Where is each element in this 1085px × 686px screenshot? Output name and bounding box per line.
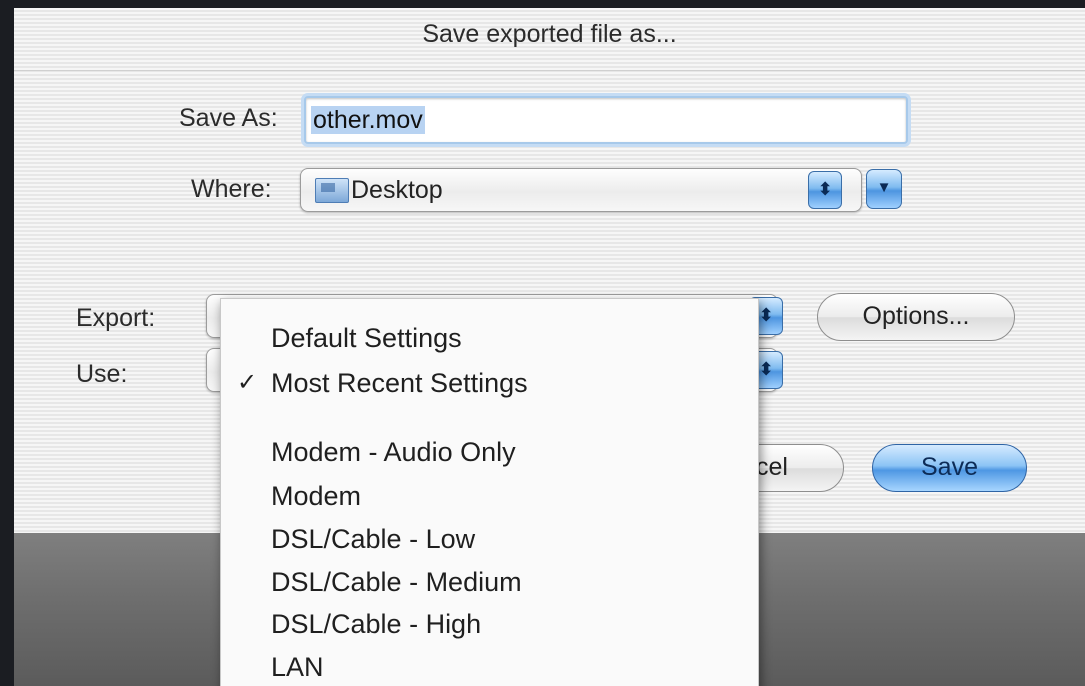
use-settings-menu: Default Settings ✓ Most Recent Settings … — [220, 298, 759, 686]
where-popup-arrows-icon[interactable]: ⬍ — [808, 171, 842, 209]
menu-item-label: Modem - Audio Only — [271, 437, 516, 467]
export-label: Export: — [76, 304, 156, 332]
menu-item-most-recent-settings[interactable]: ✓ Most Recent Settings — [221, 363, 758, 403]
menu-item-modem[interactable]: Modem — [221, 476, 758, 516]
dialog-title: Save exported file as... — [14, 8, 1085, 71]
save-button[interactable]: Save — [872, 444, 1027, 492]
menu-item-dsl-cable-low[interactable]: DSL/Cable - Low — [221, 519, 758, 559]
save-dialog: Save exported file as... Save As: other.… — [14, 8, 1085, 686]
menu-item-label: Default Settings — [271, 323, 462, 353]
filename-text: other.mov — [311, 106, 425, 134]
menu-item-label: DSL/Cable - Low — [271, 524, 476, 554]
menu-item-dsl-cable-medium[interactable]: DSL/Cable - Medium — [221, 562, 758, 602]
menu-item-label: Most Recent Settings — [271, 368, 528, 398]
menu-item-label: DSL/Cable - High — [271, 609, 482, 639]
expand-chevron-down-icon[interactable]: ▼ — [866, 169, 902, 209]
save-as-label: Save As: — [179, 104, 278, 132]
where-popup[interactable]: Desktop — [300, 168, 862, 212]
options-button[interactable]: Options... — [817, 293, 1015, 341]
menu-item-dsl-cable-high[interactable]: DSL/Cable - High — [221, 604, 758, 644]
menu-item-default-settings[interactable]: Default Settings — [221, 318, 758, 358]
menu-item-modem-audio-only[interactable]: Modem - Audio Only — [221, 432, 758, 472]
checkmark-icon: ✓ — [237, 369, 258, 396]
menu-item-lan[interactable]: LAN — [221, 647, 758, 686]
where-value: Desktop — [351, 176, 443, 204]
menu-item-label: LAN — [271, 652, 324, 682]
where-label: Where: — [191, 175, 272, 203]
save-as-input[interactable]: other.mov — [304, 96, 908, 144]
use-label: Use: — [76, 360, 128, 388]
menu-item-label: Modem — [271, 481, 362, 511]
menu-item-label: DSL/Cable - Medium — [271, 567, 522, 597]
desktop-folder-icon — [315, 178, 349, 203]
